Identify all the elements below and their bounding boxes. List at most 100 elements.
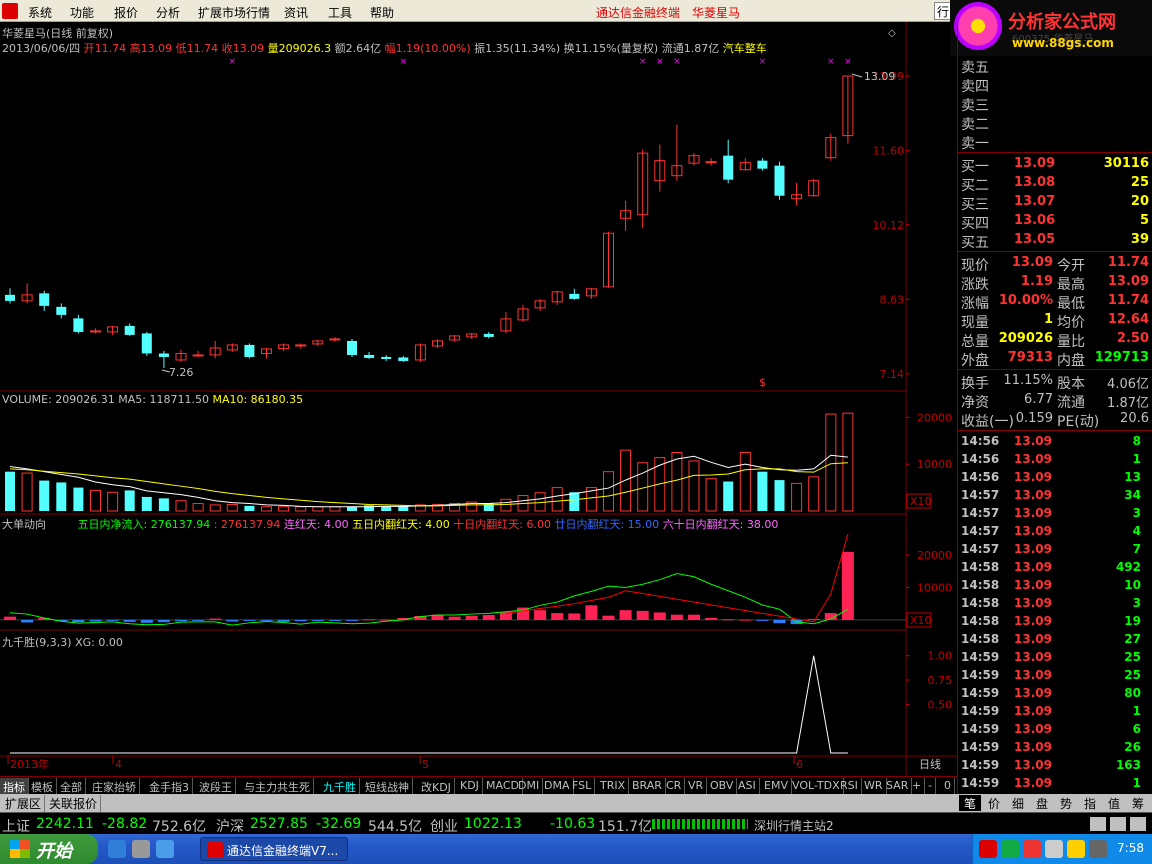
flow-bar — [619, 610, 632, 620]
tick-row[interactable]: 14:59 13.09 26 — [958, 738, 1152, 756]
indicator-tab[interactable]: CR — [663, 778, 686, 794]
tick-row[interactable]: 14:58 13.09 19 — [958, 612, 1152, 630]
indicator-tab[interactable]: VOL-TDX — [789, 778, 844, 794]
tick-row[interactable]: 14:59 13.09 80 — [958, 684, 1152, 702]
vol-axis-label: 10000 — [917, 458, 952, 471]
menu-news[interactable]: 资讯 — [284, 4, 308, 21]
vol-name: VOLUME: 209026.31 — [2, 393, 115, 406]
bid-row-1[interactable]: 买一 13.09 30116 — [958, 155, 1152, 175]
idx-cy-label[interactable]: 创业 — [430, 816, 458, 836]
indicator-tab[interactable]: 0 — [941, 778, 955, 794]
bid-row-3[interactable]: 买三 13.07 20 — [958, 193, 1152, 213]
hdr-sector[interactable]: 汽车整车 — [723, 42, 767, 55]
tick-row[interactable]: 14:59 13.09 1 — [958, 774, 1152, 792]
server-name[interactable]: 深圳行情主站2 — [754, 817, 834, 834]
indicator-tab[interactable]: 波段王 — [196, 778, 236, 794]
tray-shield-icon[interactable] — [1067, 840, 1085, 858]
tick-row[interactable]: 14:58 13.09 3 — [958, 594, 1152, 612]
indicator-tab[interactable]: 改KDJ — [418, 778, 455, 794]
indicator-tab[interactable]: 指标 — [0, 778, 29, 794]
menu-ext-market[interactable]: 扩展市场行情 — [198, 4, 270, 21]
right-tab[interactable]: 价 — [983, 795, 1005, 811]
indicator-tab[interactable]: BRAR — [629, 778, 666, 794]
indicator-tab[interactable]: + — [909, 778, 926, 794]
clock[interactable]: 7:58 — [1117, 841, 1144, 855]
indicator-tab[interactable]: OBV — [707, 778, 738, 794]
tick-row[interactable]: 14:58 13.09 10 — [958, 576, 1152, 594]
tray-icon-1[interactable] — [979, 840, 997, 858]
right-tab[interactable]: 细 — [1007, 795, 1029, 811]
stat2-value: 6.77 — [1024, 392, 1053, 407]
ask-row-2[interactable]: 卖二 — [958, 113, 1152, 133]
tick-row[interactable]: 14:58 13.09 492 — [958, 558, 1152, 576]
tick-row[interactable]: 14:57 13.09 4 — [958, 522, 1152, 540]
menu-system[interactable]: 系统 — [28, 4, 52, 21]
right-tab[interactable]: 值 — [1103, 795, 1125, 811]
quicklaunch-ie-icon[interactable] — [108, 840, 126, 858]
ext-tab-area[interactable]: 扩展区 — [2, 795, 46, 812]
tick-row[interactable]: 14:57 13.09 34 — [958, 486, 1152, 504]
indicator-tab[interactable]: 金手指3 — [146, 778, 193, 794]
tick-row[interactable]: 14:57 13.09 3 — [958, 504, 1152, 522]
indicator-tab[interactable]: 庄家抬轿 — [89, 778, 140, 794]
ask-row-3[interactable]: 卖三 — [958, 94, 1152, 114]
ask-row-5[interactable]: 卖五 — [958, 56, 1152, 76]
indicator-tab[interactable]: EMV — [761, 778, 792, 794]
menu-quote[interactable]: 报价 — [114, 4, 138, 21]
idx-sh-label[interactable]: 上证 — [2, 816, 30, 836]
ask-row-4[interactable]: 卖四 — [958, 75, 1152, 95]
ext-tab-related[interactable]: 关联报价 — [46, 795, 102, 812]
tray-icon-2[interactable] — [1001, 840, 1019, 858]
start-button[interactable]: 开始 — [0, 834, 98, 864]
tray-icon-4[interactable] — [1045, 840, 1063, 858]
tray-volume-icon[interactable] — [1089, 840, 1107, 858]
right-tab[interactable]: 指 — [1079, 795, 1101, 811]
indicator-tab[interactable]: 短线战神 — [362, 778, 413, 794]
tick-row[interactable]: 14:56 13.09 8 — [958, 432, 1152, 450]
indicator-tab[interactable]: TRIX — [597, 778, 630, 794]
indicator-tab[interactable]: FSL — [569, 778, 596, 794]
indicator-tab[interactable]: VR — [685, 778, 708, 794]
tick-row[interactable]: 14:59 13.09 163 — [958, 756, 1152, 774]
indicator-tab[interactable]: SAR — [883, 778, 913, 794]
indicator-tab[interactable]: 与主力共生死 — [241, 778, 314, 794]
indicator-tab[interactable]: 模板 — [28, 778, 57, 794]
menu-analysis[interactable]: 分析 — [156, 4, 180, 21]
indicator-tab[interactable]: - — [925, 778, 936, 794]
tick-row[interactable]: 14:56 13.09 13 — [958, 468, 1152, 486]
tick-row[interactable]: 14:57 13.09 7 — [958, 540, 1152, 558]
idx-hs-label[interactable]: 沪深 — [216, 816, 244, 836]
indicator-tab[interactable]: ASI — [735, 778, 760, 794]
menu-function[interactable]: 功能 — [70, 4, 94, 21]
tick-row[interactable]: 14:58 13.09 27 — [958, 630, 1152, 648]
tick-row[interactable]: 14:59 13.09 25 — [958, 648, 1152, 666]
quicklaunch-media-icon[interactable] — [132, 840, 150, 858]
right-tab[interactable]: 笔 — [959, 795, 981, 811]
right-tab[interactable]: 盘 — [1031, 795, 1053, 811]
indicator-tab[interactable]: 九千胜 — [320, 778, 360, 794]
chart-area[interactable]: 13.09 11.60 10.12 8.63 7.14 13.09 7.26 × × × × × × × ×… — [0, 22, 957, 776]
indicator-tab[interactable]: KDJ — [457, 778, 483, 794]
bid-row-5[interactable]: 买五 13.05 39 — [958, 231, 1152, 251]
bid-row-4[interactable]: 买四 13.06 5 — [958, 212, 1152, 232]
tick-row[interactable]: 14:59 13.09 1 — [958, 702, 1152, 720]
right-tab[interactable]: 势 — [1055, 795, 1077, 811]
bid-row-2[interactable]: 买二 13.08 25 — [958, 174, 1152, 194]
menu-tools[interactable]: 工具 — [328, 4, 352, 21]
tick-row[interactable]: 14:56 13.09 1 — [958, 450, 1152, 468]
stats-divider — [958, 369, 1152, 370]
ask-row-1[interactable]: 卖一 — [958, 132, 1152, 152]
quicklaunch-desktop-icon[interactable] — [156, 840, 174, 858]
tick-row[interactable]: 14:59 13.09 25 — [958, 666, 1152, 684]
right-tab[interactable]: 筹 — [1127, 795, 1149, 811]
tick-row[interactable]: 14:59 13.09 6 — [958, 720, 1152, 738]
menu-help[interactable]: 帮助 — [370, 4, 394, 21]
indicator-tab[interactable]: RSI — [837, 778, 862, 794]
alert-icon[interactable] — [1110, 817, 1126, 831]
indicator-tab[interactable]: 全部 — [57, 778, 86, 794]
info-icon[interactable] — [1130, 817, 1146, 831]
tray-icon-3[interactable] — [1023, 840, 1041, 858]
indicator-tab[interactable]: DMI — [515, 778, 544, 794]
taskbar-app-button[interactable]: 通达信金融终端V7... — [200, 837, 348, 861]
connection-icon[interactable] — [1090, 817, 1106, 831]
